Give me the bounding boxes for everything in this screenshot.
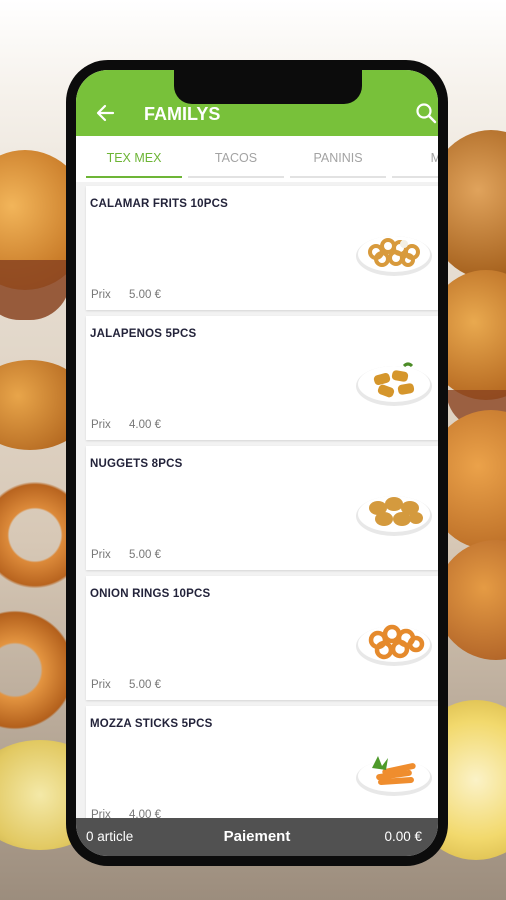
product-card[interactable]: MOZZA STICKS 5PCS Prix 4.00 € [86,706,438,818]
product-card[interactable]: CALAMAR FRITS 10PCS Prix 5.00 € [86,186,438,310]
product-price: 4.00 € [129,419,161,431]
tab-label: TEX MEX [106,151,162,165]
product-name: ONION RINGS 10PCS [90,588,211,600]
price-label: Prix [91,289,111,301]
product-card[interactable]: NUGGETS 8PCS Prix 5.00 € [86,446,438,570]
product-price: 5.00 € [129,679,161,691]
phone-frame: FAMILYS TEX MEX TACOS PANINIS ME CALAMAR… [66,60,448,866]
price-label: Prix [91,679,111,691]
tab-label: PANINIS [313,151,363,165]
tab-tacos[interactable]: TACOS [188,136,284,180]
back-arrow-icon[interactable] [94,102,118,124]
tab-tex-mex[interactable]: TEX MEX [86,136,182,180]
product-card[interactable]: ONION RINGS 10PCS Prix 5.00 € [86,576,438,700]
tab-me[interactable]: ME [392,136,438,180]
product-list: CALAMAR FRITS 10PCS Prix 5.00 € JALAPENO… [76,182,438,818]
product-card[interactable]: JALAPENOS 5PCS Prix 4.00 € [86,316,438,440]
product-price: 4.00 € [129,809,161,818]
product-price: 5.00 € [129,549,161,561]
nuggets-plate-icon [354,486,434,542]
mozza-sticks-plate-icon [354,746,434,802]
tab-label: ME [430,151,438,165]
app-screen: FAMILYS TEX MEX TACOS PANINIS ME CALAMAR… [76,70,438,856]
cart-total: 0.00 € [384,829,422,844]
price-label: Prix [91,419,111,431]
phone-notch [174,70,362,104]
calamari-plate-icon [354,226,434,282]
category-tabs: TEX MEX TACOS PANINIS ME [76,136,438,182]
price-label: Prix [91,549,111,561]
onion-rings-plate-icon [354,616,434,672]
cart-bar: 0 article Paiement 0.00 € [76,818,438,856]
product-name: JALAPENOS 5PCS [90,328,197,340]
tab-paninis[interactable]: PANINIS [290,136,386,180]
product-price: 5.00 € [129,289,161,301]
product-name: MOZZA STICKS 5PCS [90,718,213,730]
product-name: NUGGETS 8PCS [90,458,183,470]
jalapeno-plate-icon [354,356,434,412]
tab-label: TACOS [214,151,258,165]
product-name: CALAMAR FRITS 10PCS [90,198,228,210]
price-label: Prix [91,809,111,818]
search-icon[interactable] [412,100,438,126]
page-title: FAMILYS [144,104,221,124]
